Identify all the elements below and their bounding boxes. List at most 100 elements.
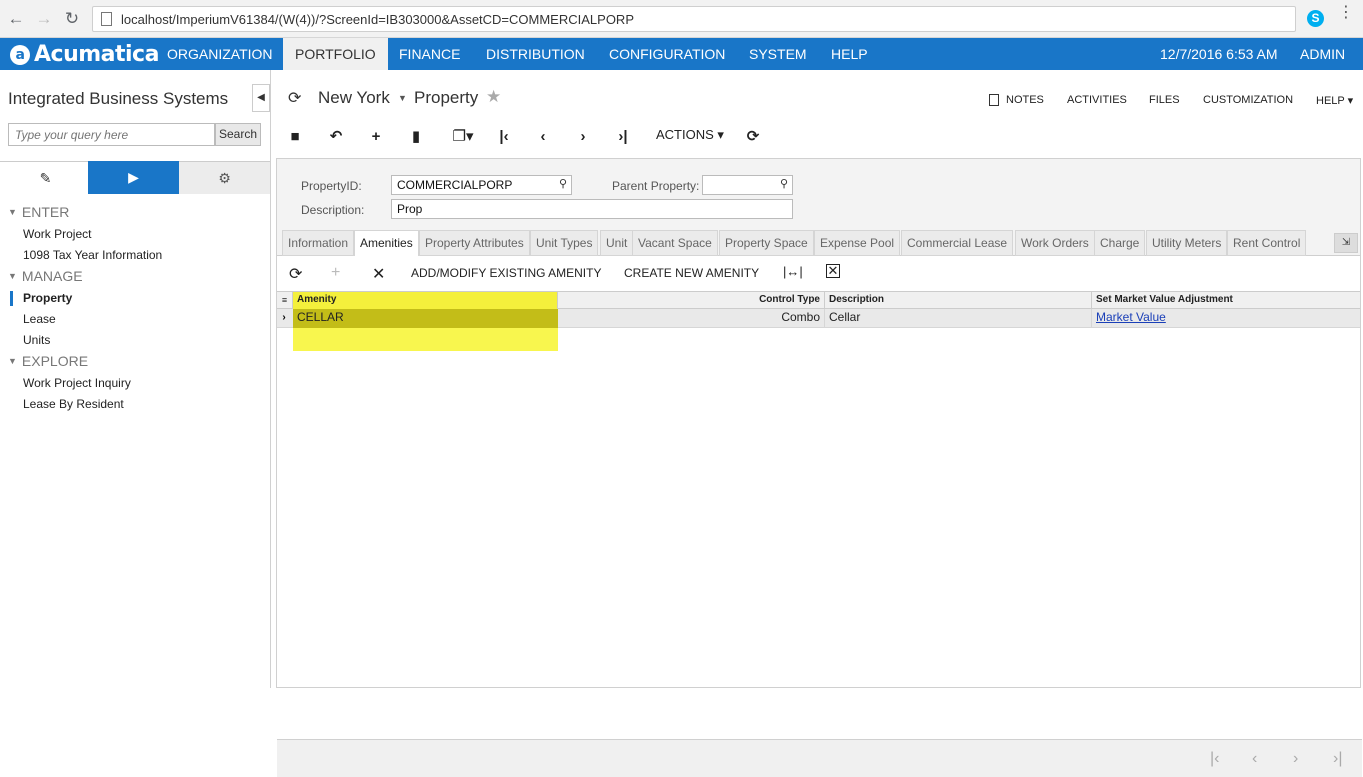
- customization-link[interactable]: CUSTOMIZATION: [1203, 94, 1293, 106]
- acumatica-logo[interactable]: a Acumatica: [10, 42, 159, 67]
- tab-amenities[interactable]: Amenities: [354, 230, 419, 257]
- user-menu[interactable]: ADMIN: [1300, 38, 1345, 70]
- browser-menu-icon[interactable]: ⋮: [1338, 5, 1354, 28]
- cell-control-type[interactable]: Combo: [558, 309, 825, 327]
- files-link[interactable]: FILES: [1149, 94, 1180, 106]
- activities-link[interactable]: ACTIVITIES: [1067, 94, 1127, 106]
- cell-market-value[interactable]: Market Value: [1092, 309, 1360, 327]
- previous-record-icon[interactable]: ‹: [532, 126, 554, 148]
- refresh-screen-icon[interactable]: ⟳: [288, 88, 301, 108]
- pager-first-icon[interactable]: |‹: [1210, 750, 1219, 768]
- undo-icon[interactable]: ↶: [325, 126, 347, 148]
- settings-tab[interactable]: ⚙: [179, 161, 270, 194]
- column-market-value[interactable]: Set Market Value Adjustment: [1092, 292, 1360, 309]
- column-description[interactable]: Description: [825, 292, 1092, 309]
- run-tab[interactable]: ▶: [88, 161, 179, 194]
- nav-configuration[interactable]: CONFIGURATION: [609, 38, 725, 70]
- search-icon[interactable]: ⚲: [780, 177, 788, 190]
- section-enter[interactable]: ▼ ENTER: [8, 204, 69, 220]
- tab-rent-control[interactable]: Rent Control: [1227, 230, 1307, 256]
- nav-item-property[interactable]: Property: [23, 291, 72, 305]
- collapse-arrow-icon: ▼: [8, 356, 17, 366]
- pager-last-icon[interactable]: ›|: [1333, 750, 1342, 768]
- reload-icon[interactable]: ↻: [62, 9, 82, 29]
- nav-item-lease[interactable]: Lease: [23, 312, 56, 326]
- grid-refresh-icon[interactable]: ⟳: [289, 264, 302, 284]
- back-icon[interactable]: ←: [6, 9, 26, 29]
- column-control-type[interactable]: Control Type: [558, 292, 825, 309]
- tab-work-orders[interactable]: Work Orders: [1015, 230, 1095, 256]
- expand-icon[interactable]: ⇲: [1334, 233, 1358, 253]
- export-excel-icon[interactable]: ✕: [826, 264, 840, 278]
- last-record-icon[interactable]: ›|: [612, 126, 634, 148]
- column-amenity[interactable]: Amenity: [293, 292, 558, 309]
- top-navigation: a Acumatica ORGANIZATION PORTFOLIO FINANC…: [0, 38, 1363, 70]
- first-record-icon[interactable]: |‹: [493, 126, 515, 148]
- next-record-icon[interactable]: ›: [572, 126, 594, 148]
- nav-item-units[interactable]: Units: [23, 333, 50, 347]
- nav-system[interactable]: SYSTEM: [749, 38, 807, 70]
- help-link[interactable]: HELP ▾: [1316, 94, 1353, 107]
- play-icon: ▶: [128, 169, 139, 185]
- forward-icon[interactable]: →: [34, 9, 54, 29]
- property-id-value: COMMERCIALPORP: [397, 178, 513, 192]
- tab-vacant-space[interactable]: Vacant Space: [632, 230, 718, 256]
- add-modify-amenity-button[interactable]: ADD/MODIFY EXISTING AMENITY: [411, 266, 601, 280]
- edit-tab[interactable]: ✎: [0, 161, 91, 194]
- tab-expense-pool[interactable]: Expense Pool: [814, 230, 901, 256]
- address-bar[interactable]: localhost/ImperiumV61384/(W(4))/?ScreenI…: [92, 6, 1296, 32]
- search-icon[interactable]: ⚲: [559, 177, 567, 190]
- notes-link[interactable]: NOTES: [1006, 94, 1044, 106]
- tab-unit-types[interactable]: Unit Types: [530, 230, 599, 256]
- row-pointer-icon: ›: [282, 312, 286, 323]
- tab-property-space[interactable]: Property Space: [719, 230, 814, 256]
- tab-property-attributes[interactable]: Property Attributes: [419, 230, 530, 256]
- chevron-down-icon[interactable]: ▼: [398, 93, 407, 103]
- property-id-field[interactable]: COMMERCIALPORP ⚲: [391, 175, 572, 195]
- pager-next-icon[interactable]: ›: [1293, 750, 1298, 768]
- search-input[interactable]: [8, 123, 215, 146]
- nav-item-work-project[interactable]: Work Project: [23, 227, 91, 241]
- nav-item-lease-by-resident[interactable]: Lease By Resident: [23, 397, 124, 411]
- cell-amenity[interactable]: CELLAR: [293, 309, 558, 327]
- tab-information[interactable]: Information: [282, 230, 355, 256]
- nav-item-work-project-inquiry[interactable]: Work Project Inquiry: [23, 376, 131, 390]
- grid-add-icon[interactable]: +: [331, 264, 340, 282]
- column-settings-icon[interactable]: ≡: [277, 292, 293, 309]
- collapse-panel-button[interactable]: ◀: [252, 84, 270, 112]
- pager-previous-icon[interactable]: ‹: [1252, 750, 1257, 768]
- grid-delete-icon[interactable]: ✕: [372, 264, 385, 284]
- tab-utility-meters[interactable]: Utility Meters: [1146, 230, 1228, 256]
- search-button[interactable]: Search: [215, 123, 261, 146]
- refresh-icon[interactable]: ⟳: [742, 126, 764, 148]
- tab-unit[interactable]: Unit: [600, 230, 634, 256]
- actions-menu[interactable]: ACTIONS ▾: [656, 127, 724, 143]
- add-icon[interactable]: +: [365, 126, 387, 148]
- notes-icon[interactable]: [989, 94, 999, 106]
- section-manage[interactable]: ▼ MANAGE: [8, 268, 83, 284]
- help-link-label: HELP: [1316, 95, 1345, 107]
- tab-charge[interactable]: Charge: [1094, 230, 1146, 256]
- market-value-link[interactable]: Market Value: [1096, 310, 1166, 324]
- nav-portfolio[interactable]: PORTFOLIO: [283, 38, 388, 70]
- create-new-amenity-button[interactable]: CREATE NEW AMENITY: [624, 266, 759, 280]
- fit-columns-icon[interactable]: |↔|: [783, 264, 803, 279]
- breadcrumb-location[interactable]: New York: [318, 88, 390, 108]
- nav-finance[interactable]: FINANCE: [399, 38, 460, 70]
- nav-help[interactable]: HELP: [831, 38, 868, 70]
- description-field[interactable]: Prop: [391, 199, 793, 219]
- cell-description[interactable]: Cellar: [825, 309, 1092, 327]
- form-tabs: Information Amenities Property Attribute…: [277, 225, 1360, 257]
- save-icon[interactable]: ■: [284, 126, 306, 148]
- section-explore[interactable]: ▼ EXPLORE: [8, 353, 88, 369]
- nav-distribution[interactable]: DISTRIBUTION: [486, 38, 585, 70]
- property-id-label: PropertyID:: [301, 179, 362, 193]
- skype-icon[interactable]: S: [1307, 10, 1324, 27]
- nav-organization[interactable]: ORGANIZATION: [167, 38, 273, 70]
- parent-property-field[interactable]: ⚲: [702, 175, 793, 195]
- copy-paste-icon[interactable]: ❐▾: [448, 126, 478, 148]
- star-icon[interactable]: ★: [486, 87, 501, 107]
- delete-icon[interactable]: ▮: [405, 126, 427, 148]
- nav-item-1098-tax[interactable]: 1098 Tax Year Information: [23, 248, 162, 262]
- tab-commercial-lease[interactable]: Commercial Lease: [901, 230, 1014, 256]
